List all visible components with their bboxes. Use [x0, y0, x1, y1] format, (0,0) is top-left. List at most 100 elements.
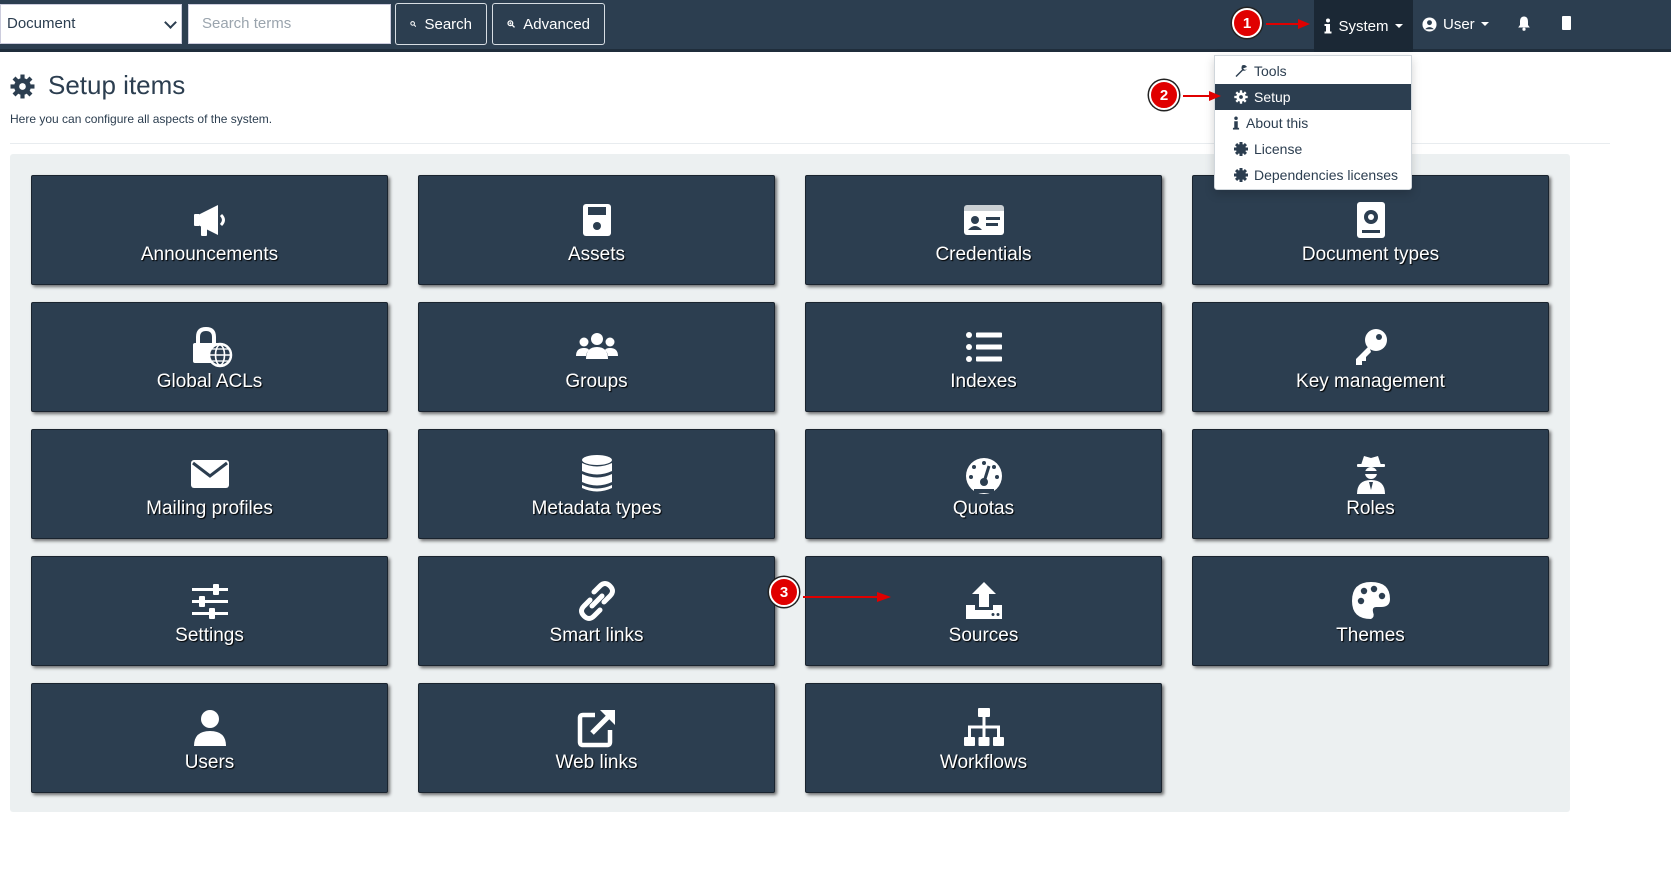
bell-icon[interactable]: [1516, 15, 1532, 31]
tile-label: Settings: [175, 625, 244, 646]
search-input[interactable]: Search terms: [188, 4, 391, 44]
certificate-icon: [1234, 168, 1248, 182]
tile-themes[interactable]: Themes: [1192, 556, 1549, 666]
tile-document-types[interactable]: Document types: [1192, 175, 1549, 285]
gear-icon: [10, 74, 35, 99]
wrench-icon: [1235, 65, 1247, 77]
tile-groups[interactable]: Groups: [418, 302, 775, 412]
tile-key-management[interactable]: Key management: [1192, 302, 1549, 412]
tile-mailing-profiles[interactable]: Mailing profiles: [31, 429, 388, 539]
page-subtitle: Here you can configure all aspects of th…: [10, 112, 273, 126]
user-secret-icon: [1356, 456, 1385, 494]
annotation-arrow: [803, 592, 891, 602]
tile-label: Assets: [567, 244, 626, 265]
certificate-icon: [1234, 142, 1248, 156]
menu-item-label: Setup: [1254, 89, 1291, 105]
tile-workflows[interactable]: Workflows: [805, 683, 1162, 793]
users-icon: [575, 333, 618, 359]
tile-settings[interactable]: Settings: [31, 556, 388, 666]
document-type-select[interactable]: Document: [0, 4, 182, 44]
tile-label: Roles: [1346, 498, 1395, 519]
tile-label: Key management: [1296, 371, 1445, 392]
tile-indexes[interactable]: Indexes: [805, 302, 1162, 412]
tile-label: Mailing profiles: [146, 498, 273, 519]
tile-label: Document types: [1301, 244, 1440, 265]
tile-label: Credentials: [935, 244, 1032, 265]
megaphone-icon: [193, 205, 225, 236]
tile-label: Indexes: [950, 371, 1017, 392]
search-input-placeholder: Search terms: [202, 15, 292, 32]
menu-item-setup[interactable]: Setup: [1215, 84, 1411, 110]
gauge-icon: [965, 458, 1002, 494]
tile-global-acls[interactable]: Global ACLs: [31, 302, 388, 412]
lock-globe-icon: [192, 326, 232, 368]
external-link-icon: [577, 710, 615, 748]
tile-label: Metadata types: [531, 498, 662, 519]
upload-icon: [965, 582, 1002, 619]
tile-smart-links[interactable]: Smart links: [418, 556, 775, 666]
tile-metadata-types[interactable]: Metadata types: [418, 429, 775, 539]
top-navbar: Document Search terms Search Advanced Sy…: [0, 0, 1671, 52]
envelope-icon: [190, 460, 229, 488]
annotation-arrow: [1266, 19, 1310, 29]
sitemap-icon: [963, 708, 1004, 746]
system-menu-label: System: [1338, 17, 1389, 35]
menu-item-label: License: [1254, 141, 1303, 157]
step-badge-1: 1: [1232, 8, 1262, 38]
user-circle-icon: [1422, 16, 1437, 32]
tile-label: Themes: [1336, 625, 1405, 646]
palette-icon: [1351, 582, 1390, 619]
page-title: Setup items: [48, 70, 186, 100]
menu-item-label: About this: [1246, 115, 1309, 131]
tile-assets[interactable]: Assets: [418, 175, 775, 285]
document-type-select-value: Document: [7, 15, 76, 32]
tile-announcements[interactable]: Announcements: [31, 175, 388, 285]
advanced-search-button[interactable]: Advanced: [492, 3, 605, 45]
menu-item-tools[interactable]: Tools: [1215, 58, 1411, 84]
tile-quotas[interactable]: Quotas: [805, 429, 1162, 539]
tile-web-links[interactable]: Web links: [418, 683, 775, 793]
list-icon: [965, 332, 1002, 362]
tile-label: Smart links: [549, 625, 644, 646]
gear-icon: [1234, 90, 1248, 104]
search-plus-icon: [507, 20, 515, 28]
caret-down-icon: [1480, 22, 1489, 26]
advanced-button-label: Advanced: [523, 15, 590, 33]
caret-down-icon: [1394, 24, 1403, 28]
step-badge-2: 2: [1149, 80, 1179, 110]
search-button-label: Search: [424, 15, 472, 33]
tile-label: Announcements: [140, 244, 279, 265]
id-card-icon: [963, 205, 1004, 235]
sliders-icon: [191, 584, 228, 619]
menu-item-label: Dependencies licenses: [1254, 167, 1398, 183]
chevron-down-icon: [164, 16, 177, 29]
user-menu-label: User: [1443, 15, 1475, 33]
tile-label: Groups: [565, 371, 628, 392]
tile-roles[interactable]: Roles: [1192, 429, 1549, 539]
tile-label: Web links: [555, 752, 638, 773]
database-icon: [581, 455, 612, 492]
system-menu[interactable]: System: [1314, 0, 1413, 52]
user-icon: [193, 710, 226, 746]
menu-item-license[interactable]: License: [1215, 136, 1411, 162]
sidebar-toggle-icon[interactable]: [1562, 16, 1571, 30]
document-badge-icon: [1356, 202, 1385, 238]
tile-sources[interactable]: Sources: [805, 556, 1162, 666]
link-icon: [578, 581, 615, 621]
step-badge-3: 3: [769, 577, 799, 607]
floppy-disk-icon: [582, 204, 611, 236]
tile-label: Global ACLs: [156, 371, 263, 392]
system-dropdown-menu: Tools Setup About this License Dependenc…: [1214, 55, 1412, 190]
search-icon: [410, 21, 417, 27]
tile-credentials[interactable]: Credentials: [805, 175, 1162, 285]
tile-label: Workflows: [939, 752, 1028, 773]
user-menu[interactable]: User: [1422, 0, 1502, 48]
tile-users[interactable]: Users: [31, 683, 388, 793]
info-icon: [1324, 18, 1332, 34]
search-button[interactable]: Search: [395, 3, 487, 45]
info-icon: [1232, 116, 1240, 130]
menu-item-about[interactable]: About this: [1215, 110, 1411, 136]
menu-item-dependencies-licenses[interactable]: Dependencies licenses: [1215, 162, 1411, 188]
menu-item-label: Tools: [1254, 63, 1287, 79]
tile-label: Sources: [948, 625, 1019, 646]
